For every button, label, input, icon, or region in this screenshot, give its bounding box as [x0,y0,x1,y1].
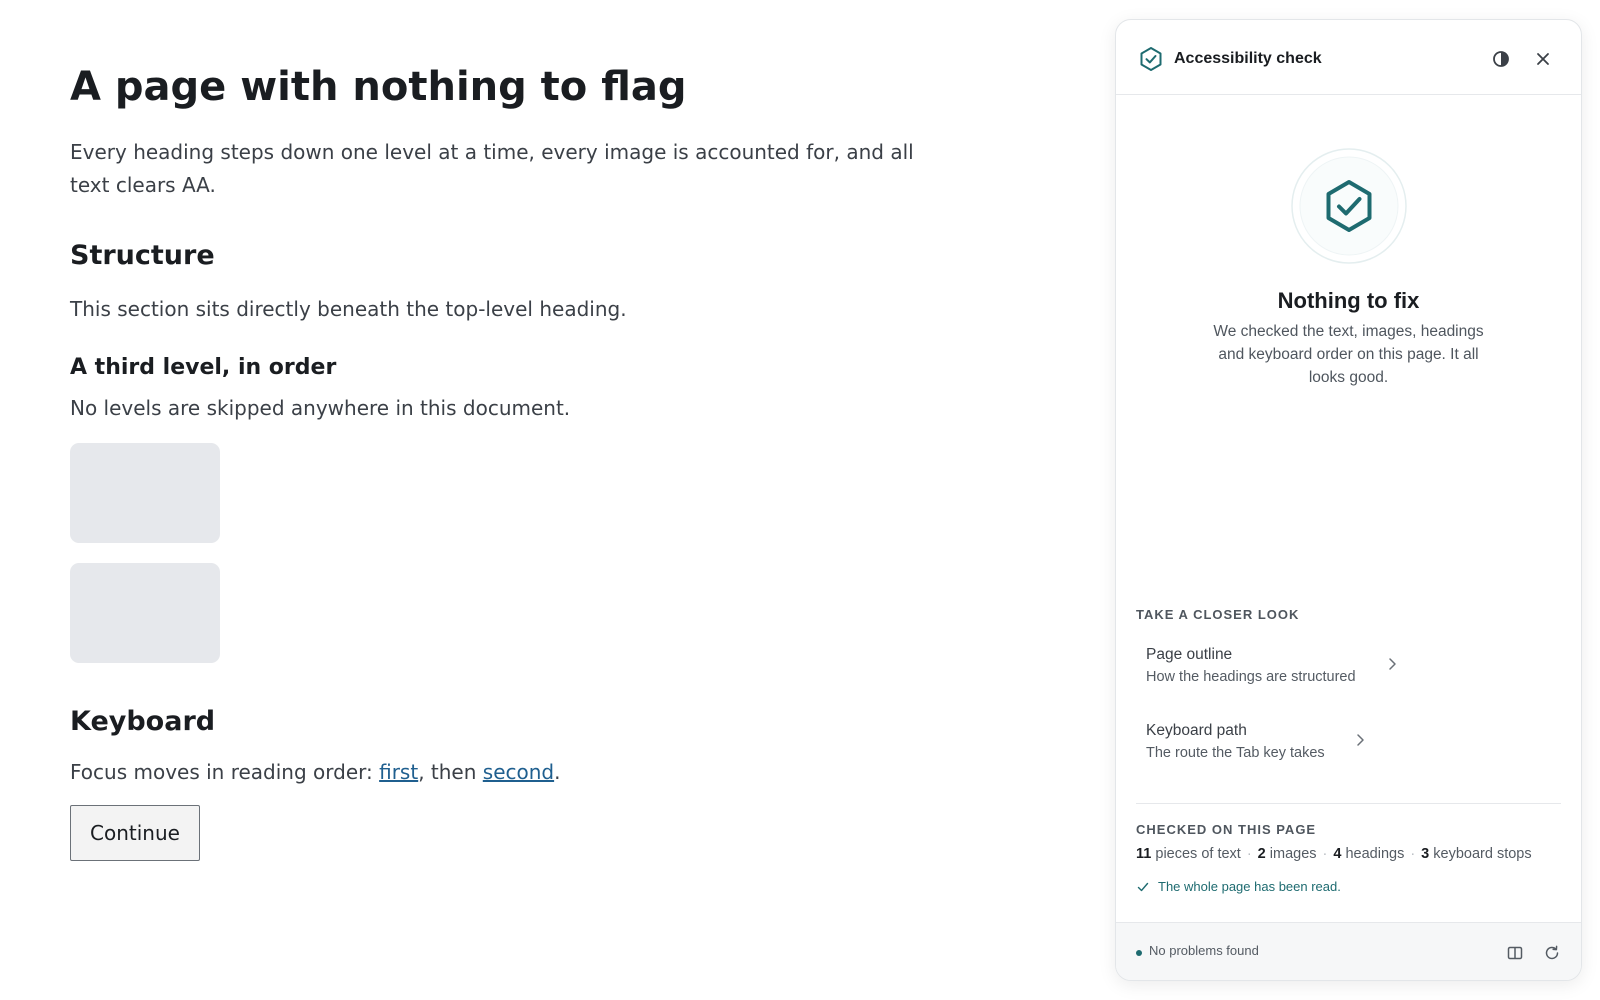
heading-structure: Structure [70,240,215,271]
closer-look-item-title: Keyboard path [1146,722,1247,739]
keyboard-text-after: . [554,760,561,784]
keyboard-text-before: Focus moves in reading order: [70,760,380,784]
page-intro: Every heading steps down one level at a … [70,140,914,197]
continue-button[interactable]: Continue [70,805,200,861]
stat-count-headings: 4 [1333,846,1342,862]
closer-look-item-subtitle: The route the Tab key takes [1146,745,1325,761]
panel-header: Accessibility check [1116,20,1581,95]
divider [1136,803,1561,804]
checked-stats: 11 pieces of text · 2 images · 4 headings · 3 … [1136,846,1532,862]
stat-label-images: images [1269,846,1317,862]
close-icon[interactable] [1533,49,1553,69]
keyboard-text: Focus moves in reading order: first, the… [70,760,560,784]
shield-check-icon [1140,47,1162,71]
closer-look-keyboard-path[interactable]: Keyboard path The route the Tab key take… [1136,714,1406,776]
panel-title: Accessibility check [1174,50,1322,67]
read-note-text: The whole page has been read. [1158,879,1341,894]
refresh-icon[interactable] [1543,944,1561,962]
accessibility-panel: Accessibility check Nothing to fix We ch… [1115,19,1582,981]
status-heading: Nothing to fix [1277,288,1420,313]
heading-third-level: A third level, in order [70,355,337,380]
keyboard-text-middle: , then [418,760,483,784]
chevron-right-icon [1357,734,1364,746]
page-title: A page with nothing to flag [70,64,687,110]
contrast-icon[interactable] [1491,49,1511,69]
check-icon [1137,882,1149,892]
stat-count-images: 2 [1257,846,1266,862]
separator-dot: · [1322,846,1328,862]
structure-text: This section sits directly beneath the t… [70,297,627,321]
chevron-right-icon [1389,658,1396,670]
image-placeholder-1 [70,443,220,543]
closer-look-label: TAKE A CLOSER LOOK [1136,607,1300,622]
status-description: We checked the text, images, headings an… [1213,323,1484,386]
side-panel-icon[interactable] [1506,944,1524,962]
status-dot [1136,950,1142,956]
closer-look-item-subtitle: How the headings are structured [1146,669,1356,685]
link-second[interactable]: second [483,760,554,784]
stat-count-keyboard: 3 [1421,846,1430,862]
stat-label-text: pieces of text [1155,846,1241,862]
closer-look-item-title: Page outline [1146,646,1233,663]
stat-label-headings: headings [1345,846,1405,862]
panel-footer: No problems found [1116,922,1581,980]
third-level-text: No levels are skipped anywhere in this d… [70,396,571,420]
separator-dot: · [1246,846,1252,862]
heading-keyboard: Keyboard [70,706,216,737]
shield-check-icon [1291,148,1407,264]
image-placeholder-2 [70,563,220,663]
checked-label: CHECKED ON THIS PAGE [1136,822,1317,837]
link-first[interactable]: first [379,760,418,784]
closer-look-page-outline[interactable]: Page outline How the headings are struct… [1136,638,1406,700]
stat-count-text: 11 [1136,846,1152,862]
stat-label-keyboard: keyboard stops [1433,846,1532,862]
read-note: The whole page has been read. [1136,879,1341,894]
separator-dot: · [1410,846,1416,862]
footer-status: No problems found [1149,943,1259,958]
